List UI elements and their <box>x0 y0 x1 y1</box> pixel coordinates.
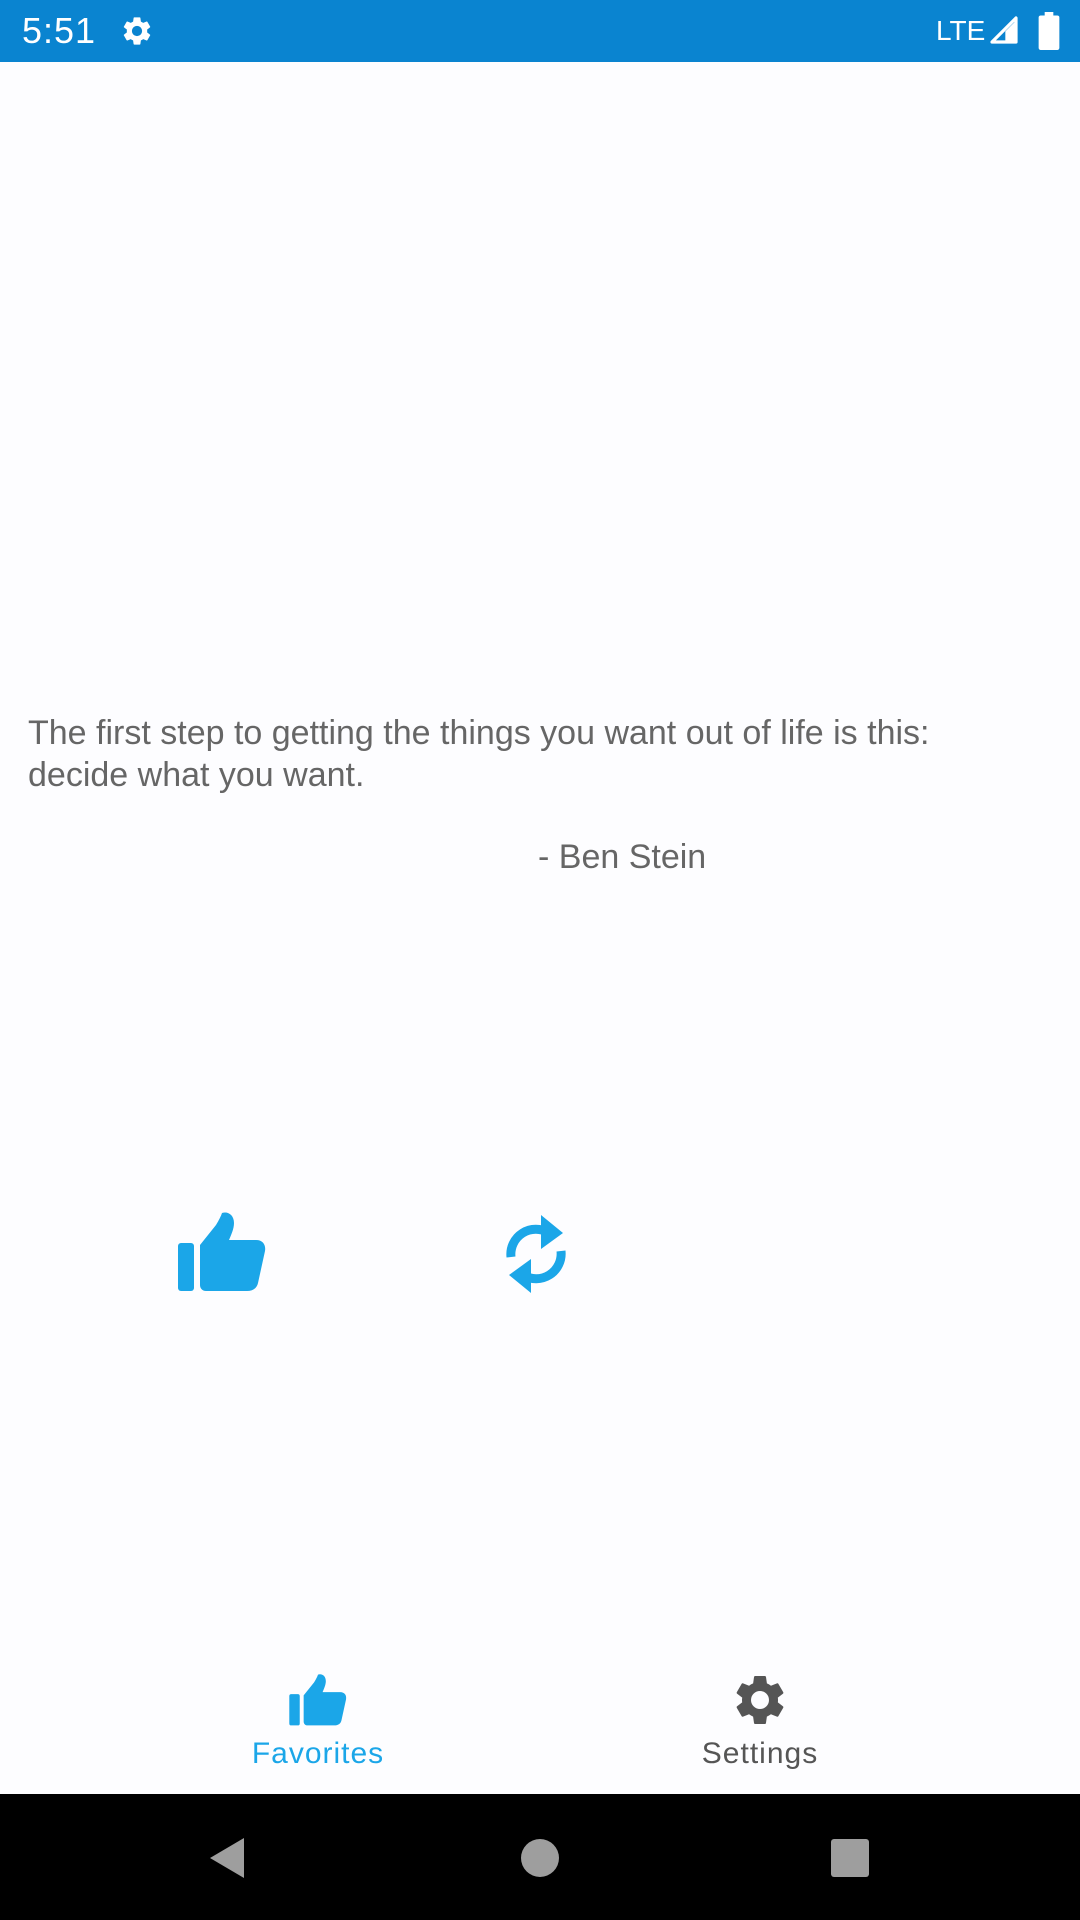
quote-author: - Ben Stein <box>538 838 707 876</box>
quote-text: The first step to getting the things you… <box>28 714 930 794</box>
signal-icon <box>990 16 1018 44</box>
nav-item-settings[interactable]: Settings <box>610 1650 910 1794</box>
battery-icon <box>1038 12 1060 50</box>
nav-label-settings: Settings <box>701 1737 819 1770</box>
home-icon[interactable] <box>512 1830 568 1886</box>
refresh-button[interactable] <box>494 1206 578 1302</box>
thumbs-up-icon <box>178 1212 266 1291</box>
network-type: LTE <box>936 15 986 46</box>
like-button[interactable] <box>170 1200 274 1304</box>
bottom-navigation: Favorites Settings <box>0 1650 1080 1794</box>
status-bar: 5:51 LTE <box>0 0 1080 62</box>
back-icon[interactable] <box>200 1830 256 1886</box>
thumbs-up-icon <box>289 1674 347 1726</box>
app-screen: 5:51 LTE The first step to getting the t… <box>0 0 1080 1920</box>
gear-icon <box>736 1675 784 1724</box>
recents-icon[interactable] <box>822 1830 878 1886</box>
nav-item-favorites[interactable]: Favorites <box>168 1650 468 1794</box>
system-navigation-bar <box>0 1794 1080 1920</box>
status-time: 5:51 <box>22 10 97 51</box>
refresh-icon <box>506 1215 566 1293</box>
gear-icon <box>123 17 151 45</box>
nav-label-favorites: Favorites <box>251 1737 385 1770</box>
